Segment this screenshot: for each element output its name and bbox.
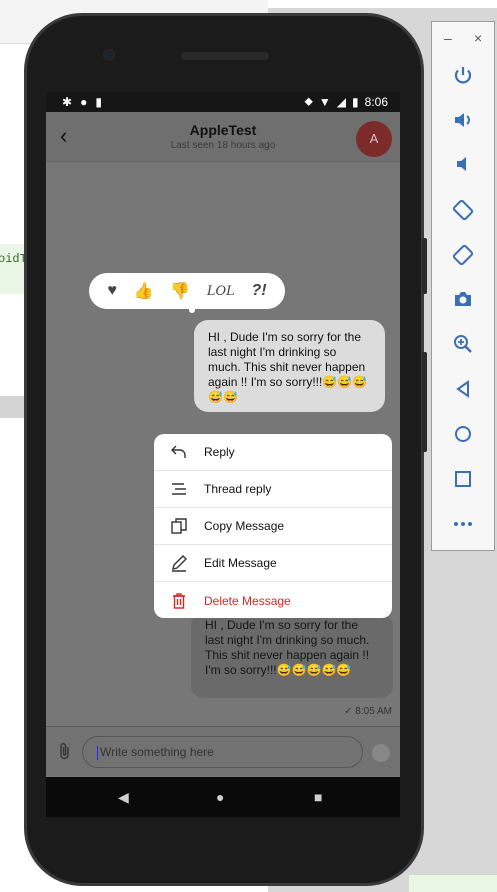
send-button[interactable] [372,744,390,762]
home-button[interactable] [432,414,494,454]
phone-speaker [181,52,269,60]
trash-icon [154,592,204,610]
phone-side-button [422,238,427,294]
attachment-icon[interactable] [58,742,72,765]
composer-bar: Write something here [46,726,400,776]
front-camera [103,49,115,61]
menu-item-thread-reply[interactable]: Thread reply [154,471,392,508]
menu-item-copy-message[interactable]: Copy Message [154,508,392,545]
thread-icon [154,481,204,497]
location-icon: ⬥ [304,94,313,108]
avatar[interactable]: A [356,121,392,157]
menu-item-reply[interactable]: Reply [154,434,392,471]
copy-icon [154,517,204,535]
last-seen-text: Last seen 18 hours ago [170,140,276,151]
minimize-button[interactable]: – [444,30,452,46]
camera-icon [455,292,471,306]
edit-icon [154,554,204,572]
volume-up-icon [455,113,470,127]
lol-reaction[interactable]: LOL [207,284,235,299]
menu-item-label: Thread reply [204,482,272,496]
rotate-left-button[interactable] [432,190,494,230]
menu-item-edit-message[interactable]: Edit Message [154,545,392,582]
zoom-icon [454,335,472,353]
overview-icon [455,471,471,487]
menu-item-label: Reply [204,445,235,459]
menu-item-delete-message[interactable]: Delete Message [154,582,392,618]
thumbs-down-reaction-icon[interactable]: 👎 [170,281,190,301]
volume-down-button[interactable] [432,144,494,184]
zoom-button[interactable] [432,324,494,364]
nav-home-icon[interactable]: ● [216,789,224,805]
sdcard-icon: ▮ [95,95,102,109]
menu-item-label: Edit Message [204,556,277,570]
circle-status-icon: ● [80,95,88,109]
overview-button[interactable] [432,459,494,499]
reply-icon [154,444,204,460]
reaction-picker: ♥ 👍 👎 LOL ?! [89,273,285,309]
back-button[interactable] [432,369,494,409]
message-input-placeholder: Write something here [100,745,214,759]
message-timestamp: ✓ 8:05 AM [344,706,392,717]
status-time: 8:06 [364,94,388,109]
android-nav-bar: ◀ ● ■ [46,777,400,817]
more-icon [454,522,472,526]
reaction-pointer-dot [189,307,195,313]
heart-reaction-icon[interactable]: ♥ [107,282,117,300]
phone-volume-button [422,352,427,452]
status-bar: ✱ ● ▮ ⬥ ▼ ◢ ▮ 8:06 [46,92,400,112]
volume-down-icon [457,157,466,171]
phone-screen: ✱ ● ▮ ⬥ ▼ ◢ ▮ 8:06 ‹ AppleTest Last seen… [46,92,400,777]
message-bubble: HI , Dude I'm so sorry for the last nigh… [191,614,393,698]
more-button[interactable] [432,504,494,544]
chat-title: AppleTest [189,122,257,138]
power-button[interactable] [432,56,494,96]
nav-back-icon[interactable]: ◀ [118,789,129,806]
power-icon [454,67,472,84]
message-input[interactable]: Write something here [82,736,363,768]
close-button[interactable]: × [474,30,482,46]
message-action-menu: Reply Thread reply Copy Message Edit Mes… [154,434,392,618]
thumbs-up-reaction-icon[interactable]: 👍 [134,281,154,301]
volume-up-button[interactable] [432,100,494,140]
home-icon [455,426,471,442]
screenshot-button[interactable] [432,279,494,319]
question-reaction[interactable]: ?! [252,282,267,300]
battery-icon: ▮ [352,94,359,109]
back-icon [456,380,469,398]
host-bottom-chip [408,875,497,892]
rotate-right-button[interactable] [432,235,494,275]
nav-recents-icon[interactable]: ■ [314,789,322,805]
rotate-left-icon [452,199,474,221]
menu-item-label: Copy Message [204,519,285,533]
menu-item-label: Delete Message [204,593,291,608]
signal-icon: ◢ [336,94,347,109]
emulator-toolbar: – × [431,21,495,551]
chat-header: ‹ AppleTest Last seen 18 hours ago A [46,112,400,162]
focused-message-bubble: HI , Dude I'm so sorry for the last nigh… [194,320,385,412]
wifi-icon: ▼ [318,94,331,109]
settings-icon: ✱ [62,95,73,109]
text-caret [97,745,98,760]
rotate-right-icon [452,244,474,266]
